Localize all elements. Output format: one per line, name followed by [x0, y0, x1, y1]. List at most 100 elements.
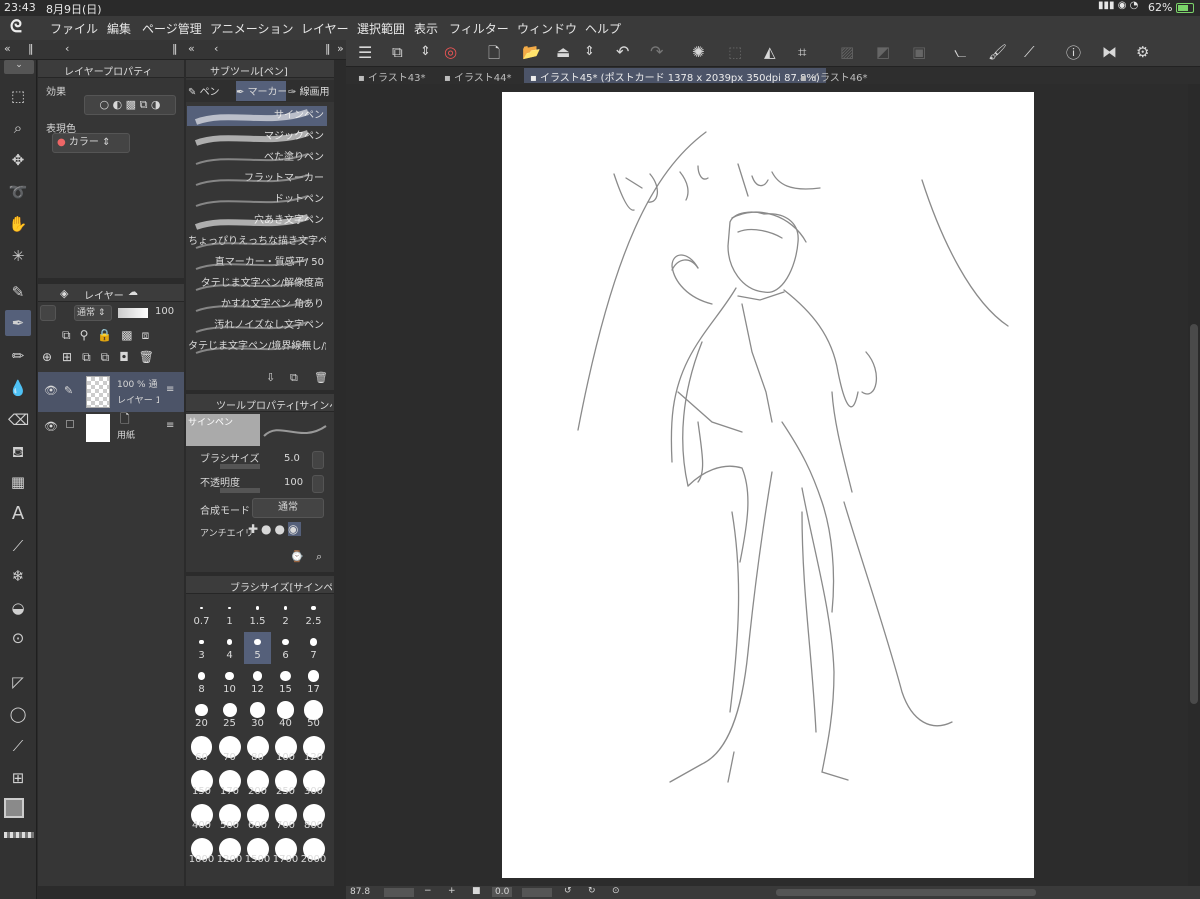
new-canvas-icon[interactable]: ⧉ — [392, 43, 403, 61]
main-color-swatch[interactable] — [4, 798, 24, 818]
collapse-left-icon-2[interactable]: « — [188, 42, 195, 55]
brush-size-cell[interactable]: 400 — [188, 802, 215, 834]
fit-icon[interactable]: ■ — [472, 886, 481, 896]
zoom-slider[interactable] — [384, 888, 414, 897]
collapse-left-icon[interactable]: « — [4, 42, 11, 55]
layer-tab-label[interactable]: レイヤー — [84, 287, 124, 302]
subtool-tab-lineart[interactable]: ✑ 線画用 — [288, 83, 332, 98]
lock-checkbox[interactable] — [66, 420, 74, 428]
menu-window[interactable]: ウィンドウ — [517, 20, 577, 37]
brush-size-cell[interactable]: 70 — [216, 734, 243, 766]
blend-mode-select[interactable]: 通常 ⇕ — [74, 305, 112, 321]
brush-size-cell[interactable]: 600 — [244, 802, 271, 834]
brush-icon[interactable]: 🖌 — [988, 43, 1007, 61]
brush-size-cell[interactable]: 8 — [188, 666, 215, 698]
layer-color-button[interactable] — [40, 305, 56, 321]
layer-lock-icons[interactable]: ⧉⚲🔒▩⧈ — [62, 328, 182, 343]
zoom-value[interactable]: 87.8 — [350, 887, 370, 897]
brush-size-cell[interactable]: 250 — [272, 768, 299, 800]
subtool-tab-marker[interactable]: ✒ マーカー — [236, 81, 286, 101]
panel-grip-icon[interactable]: ‖ — [28, 42, 34, 55]
fill-icon[interactable]: ◭ — [764, 43, 776, 61]
brush-size-cell[interactable]: 12 — [244, 666, 271, 698]
layer-menu-icon-2[interactable]: ≡ — [166, 420, 174, 431]
rotation-value[interactable]: 0.0 — [492, 887, 513, 897]
brush-size-cell[interactable]: 700 — [272, 802, 299, 834]
brush-size-cell[interactable]: 200 — [244, 768, 271, 800]
menu-edit[interactable]: 編集 — [107, 20, 131, 37]
flip-icon[interactable]: ⧓ — [1102, 43, 1117, 61]
ruler-icon[interactable]: ⦦ — [954, 43, 966, 61]
open-folder-icon[interactable]: 📂 — [522, 43, 541, 61]
selection-border-icon[interactable]: ▣ — [912, 43, 926, 61]
brush-size-cell[interactable]: 6 — [272, 632, 299, 664]
brush-size-cell[interactable]: 5 — [244, 632, 271, 664]
zoom-icon[interactable]: ⌕ — [8, 118, 28, 138]
effect-buttons[interactable]: ○ ◐ ▩ ⧉ ◑ — [84, 95, 176, 115]
visibility-eye-icon[interactable]: 👁 — [44, 384, 58, 397]
toolbox-menu-icon[interactable]: ⌄ — [4, 60, 34, 74]
color-mode-select[interactable]: ● カラー ⇕ — [52, 133, 130, 153]
brush-size-cell[interactable]: 120 — [300, 734, 327, 766]
drawing-paper[interactable] — [502, 92, 1034, 878]
brush-size-cell[interactable]: 150 — [188, 768, 215, 800]
layer-menu-icon[interactable]: ≡ — [166, 384, 174, 395]
decoration-icon[interactable]: ❄ — [8, 566, 28, 586]
layer-action-icons[interactable]: ⊕⊞⧉⧉◘🗑 — [42, 350, 182, 365]
visibility-eye-icon-2[interactable]: 👁 — [44, 420, 58, 433]
deselect-icon[interactable]: ▨ — [840, 43, 854, 61]
import-icon[interactable]: ⇩ — [266, 371, 275, 384]
tab-illust46[interactable]: ▪ イラスト46* — [794, 68, 874, 84]
brush-size-cell[interactable]: 20 — [188, 700, 215, 732]
correction-icon[interactable]: ⊙ — [8, 628, 28, 648]
eraser-icon[interactable]: ⌫ — [8, 410, 29, 430]
tab-illust44[interactable]: ▪ イラスト44* — [438, 68, 518, 84]
brush-size-cell[interactable]: 1 — [216, 598, 243, 630]
opacity-slider-tool[interactable] — [220, 488, 260, 493]
duplicate-icon[interactable]: ⧉ — [290, 371, 298, 385]
app-logo-icon[interactable]: ᘓ — [10, 17, 22, 37]
brush-size-cell[interactable]: 800 — [300, 802, 327, 834]
brush-size-dynamics[interactable] — [312, 451, 324, 469]
horizontal-scrollbar[interactable] — [776, 889, 1036, 896]
rotate-right-icon[interactable]: ↻ — [588, 886, 596, 896]
chevron-left-icon-2[interactable]: ‹ — [214, 42, 218, 55]
pencil-icon[interactable]: ✏ — [8, 346, 28, 366]
magic-wand-icon[interactable]: ✳ — [8, 246, 28, 266]
panel-grip-icon-2[interactable]: ‖ — [172, 42, 178, 55]
new-file-icon[interactable]: 🗋 — [488, 43, 500, 68]
marker-pen-icon[interactable]: ✒ — [5, 310, 31, 336]
brush-size-cell[interactable]: 3 — [188, 632, 215, 664]
updown-icon-2[interactable]: ⇕ — [584, 44, 595, 59]
bucket-icon[interactable]: ◒ — [8, 598, 28, 618]
undo-icon[interactable]: ↶ — [616, 42, 629, 61]
ruler-tool-icon[interactable]: ◸ — [8, 672, 28, 692]
brush-size-cell[interactable]: 60 — [188, 734, 215, 766]
trash-icon[interactable]: 🗑 — [314, 371, 328, 384]
search-icon[interactable]: ⌕ — [316, 550, 322, 564]
menu-layer[interactable]: レイヤー — [301, 20, 349, 37]
cloud-icon[interactable]: ☁ — [128, 287, 138, 298]
brush-size-cell[interactable]: 1700 — [272, 836, 299, 868]
chevron-left-icon[interactable]: ‹ — [65, 42, 69, 55]
menu-help[interactable]: ヘルプ — [585, 20, 621, 37]
pen-line-icon[interactable]: ⟋ — [1024, 43, 1035, 61]
brush-size-cell[interactable]: 1000 — [188, 836, 215, 868]
brush-size-cell[interactable]: 15 — [272, 666, 299, 698]
subtool-tab-pen[interactable]: ✎ ペン — [188, 83, 232, 98]
brush-size-cell[interactable]: 2 — [272, 598, 299, 630]
clear-icon[interactable]: ⬚ — [728, 43, 742, 61]
menu-view[interactable]: 表示 — [414, 20, 438, 37]
brush-size-cell[interactable]: 100 — [272, 734, 299, 766]
brush-size-cell[interactable]: 1200 — [216, 836, 243, 868]
brush-size-cell[interactable]: 500 — [216, 802, 243, 834]
save-icon[interactable]: ⏏ — [556, 43, 570, 61]
menu-file[interactable]: ファイル — [50, 20, 98, 37]
hand-icon[interactable]: ✋ — [8, 214, 28, 234]
opacity-slider[interactable] — [118, 308, 148, 318]
rotation-slider[interactable] — [522, 888, 552, 897]
menu-filter[interactable]: フィルター — [449, 20, 509, 37]
eyedropper-icon[interactable]: ⟋ — [8, 536, 28, 556]
reset-icon[interactable]: ⌚ — [290, 550, 304, 563]
menu-selection[interactable]: 選択範囲 — [357, 20, 405, 37]
